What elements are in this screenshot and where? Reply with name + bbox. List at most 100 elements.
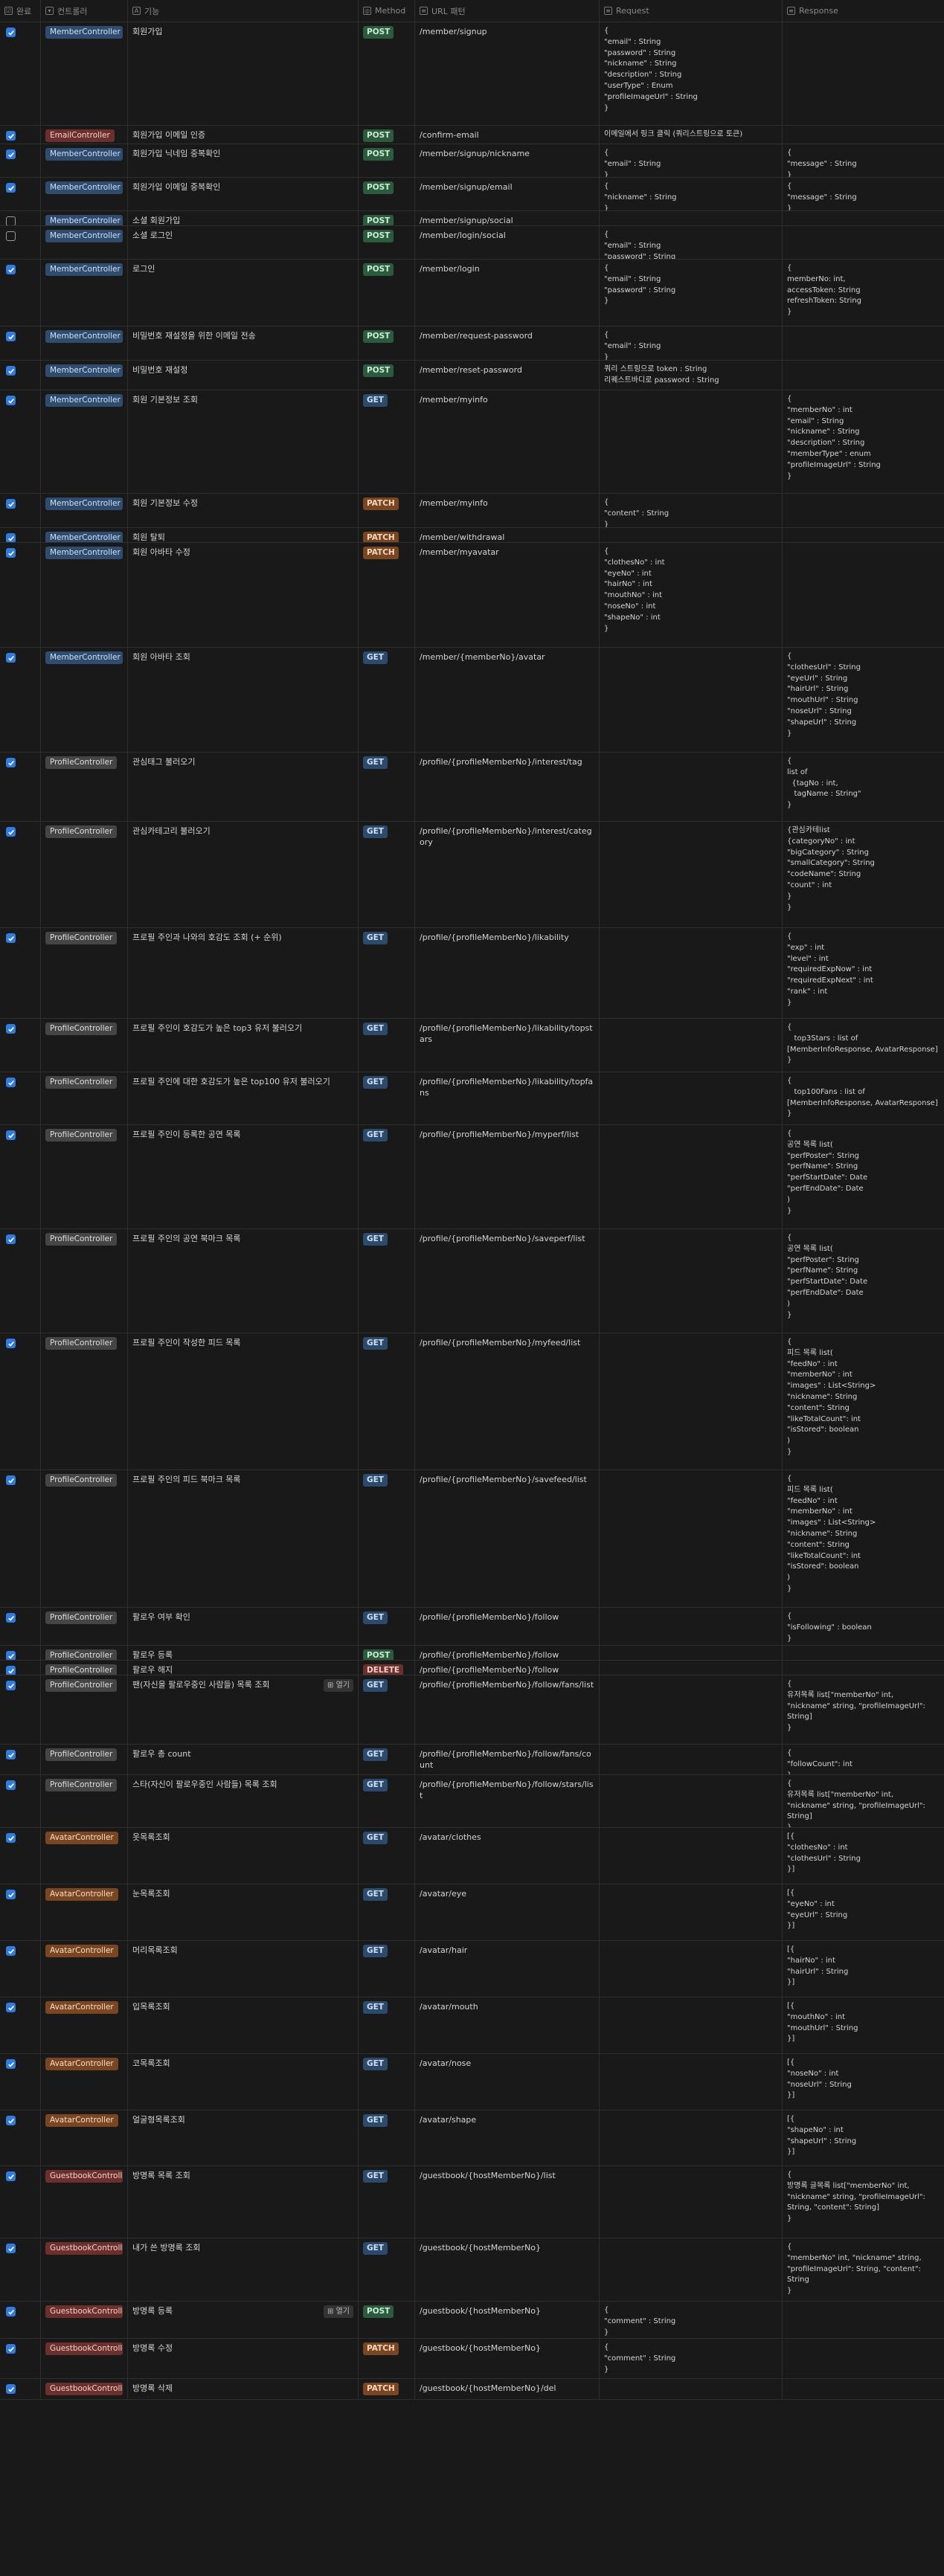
response-cell[interactable] [783,326,944,360]
method-cell[interactable]: GET [359,2054,415,2110]
method-cell[interactable]: PATCH [359,543,415,647]
table-row[interactable]: GuestbookController 내가 쓴 방명록 조회 GET/guestb… [0,2238,944,2302]
function-cell[interactable]: 관심태그 불러오기 [128,753,359,821]
request-cell[interactable] [600,1646,783,1660]
table-row[interactable]: EmailController 회원가입 이메일 인증 POST/confirm-e… [0,126,944,144]
function-cell[interactable]: 코목록조회 [128,2054,359,2110]
table-row[interactable]: ProfileController 프로필 주인이 작성한 피드 목록 GET/pr… [0,1333,944,1470]
function-cell[interactable]: 얼굴형목록조회 [128,2110,359,2166]
controller-cell[interactable]: ProfileController [41,1661,128,1675]
table-row[interactable]: MemberController 회원 탈퇴 PATCH/member/withdr… [0,528,944,543]
table-row[interactable]: ProfileController 팔로우 총 count GET/profile/… [0,1745,944,1775]
table-row[interactable]: AvatarController 얼굴형목록조회 GET/avatar/shape [… [0,2110,944,2166]
method-cell[interactable]: GET [359,2166,415,2238]
function-cell[interactable]: 팔로우 총 count [128,1745,359,1774]
request-cell[interactable] [600,1019,783,1072]
response-cell[interactable]: [{ "shapeNo" : int "shapeUrl" : String }… [783,2110,944,2166]
url-cell[interactable]: /avatar/shape [415,2110,600,2166]
url-cell[interactable]: /profile/{profileMemberNo}/interest/cate… [415,822,600,927]
url-cell[interactable]: /profile/{profileMemberNo}/follow/fans/l… [415,1675,600,1744]
request-cell[interactable]: { "email" : String "password" : String "… [600,22,783,125]
controller-cell[interactable]: ProfileController [41,822,128,927]
controller-cell[interactable]: MemberController [41,494,128,527]
request-cell[interactable] [600,1608,783,1645]
method-cell[interactable]: POST [359,2302,415,2338]
controller-cell[interactable]: ProfileController [41,1775,128,1827]
done-checkbox[interactable] [6,183,16,193]
response-cell[interactable]: { top100Fans : list of [MemberInfoRespon… [783,1072,944,1124]
method-cell[interactable]: GET [359,1675,415,1744]
method-cell[interactable]: GET [359,1125,415,1229]
method-cell[interactable]: POST [359,211,415,225]
url-cell[interactable]: /guestbook/{hostMemberNo} [415,2339,600,2378]
response-cell[interactable] [783,361,944,390]
done-checkbox[interactable] [6,149,16,159]
request-cell[interactable] [600,1125,783,1229]
method-cell[interactable]: GET [359,1745,415,1774]
url-cell[interactable]: /member/login/social [415,226,600,259]
done-checkbox[interactable] [6,2307,16,2316]
done-checkbox[interactable] [6,2344,16,2354]
controller-cell[interactable]: AvatarController [41,2054,128,2110]
controller-cell[interactable]: MemberController [41,361,128,390]
method-cell[interactable]: POST [359,22,415,125]
function-cell[interactable]: 방명록 목록 조회 [128,2166,359,2238]
table-row[interactable]: ProfileController 스타(자신이 팔로우중인 사람들) 목록 조회… [0,1775,944,1828]
table-row[interactable]: ProfileController 프로필 주인이 등록한 공연 목록 GET/pr… [0,1125,944,1229]
response-cell[interactable]: { "memberNo" : int "email" : String "nic… [783,390,944,493]
method-cell[interactable]: POST [359,226,415,259]
function-cell[interactable]: 팬(자신을 팔로우중인 사람들) 목록 조회 ⊞ 열기 [128,1675,359,1744]
done-checkbox[interactable] [6,231,16,241]
done-checkbox[interactable] [6,1475,16,1485]
function-cell[interactable]: 프로필 주인의 공연 북마크 목록 [128,1229,359,1333]
function-cell[interactable]: 방명록 삭제 [128,2379,359,2399]
done-checkbox[interactable] [6,1750,16,1759]
done-checkbox[interactable] [6,548,16,558]
request-cell[interactable]: { "content" : String } [600,494,783,527]
response-cell[interactable] [783,2339,944,2378]
request-cell[interactable] [600,1229,783,1333]
controller-cell[interactable]: ProfileController [41,1125,128,1229]
response-cell[interactable]: { 방명록 글목록 list["memberNo" int, "nickname… [783,2166,944,2238]
table-row[interactable]: AvatarController 코목록조회 GET/avatar/nose [{ "… [0,2054,944,2110]
request-cell[interactable] [600,1828,783,1884]
request-cell[interactable] [600,2054,783,2110]
done-checkbox[interactable] [6,1078,16,1087]
method-cell[interactable]: GET [359,648,415,752]
header-done[interactable]: ☑ 완료 [0,0,41,22]
table-row[interactable]: GuestbookController 방명록 등록 ⊞ 열기 POST/guestb… [0,2302,944,2339]
controller-cell[interactable]: ProfileController [41,1646,128,1660]
request-cell[interactable] [600,2238,783,2301]
method-cell[interactable]: GET [359,928,415,1018]
request-cell[interactable] [600,528,783,542]
method-cell[interactable]: PATCH [359,494,415,527]
url-cell[interactable]: /profile/{profileMemberNo}/myperf/list [415,1125,600,1229]
function-cell[interactable]: 회원 기본정보 조회 [128,390,359,493]
response-cell[interactable]: { "message" : String } [783,178,944,210]
response-cell[interactable] [783,2302,944,2338]
url-cell[interactable]: /member/signup/social [415,211,600,225]
done-checkbox[interactable] [6,28,16,37]
method-cell[interactable]: GET [359,1941,415,1997]
request-cell[interactable] [600,1941,783,1997]
table-row[interactable]: MemberController 회원가입 닉네임 중복확인 POST/member… [0,144,944,178]
function-cell[interactable]: 프로필 주인과 나와의 호감도 조회 (+ 순위) [128,928,359,1018]
method-cell[interactable]: DELETE [359,1661,415,1675]
response-cell[interactable]: [{ "eyeNo" : int "eyeUrl" : String }] [783,1884,944,1940]
done-checkbox[interactable] [6,332,16,341]
table-row[interactable]: AvatarController 입목록조회 GET/avatar/mouth [{ … [0,1997,944,2054]
function-cell[interactable]: 머리목록조회 [128,1941,359,1997]
done-checkbox[interactable] [6,1613,16,1623]
controller-cell[interactable]: ProfileController [41,1675,128,1744]
url-cell[interactable]: /profile/{profileMemberNo}/follow [415,1661,600,1675]
method-cell[interactable]: PATCH [359,2339,415,2378]
url-cell[interactable]: /member/withdrawal [415,528,600,542]
method-cell[interactable]: GET [359,1775,415,1827]
controller-cell[interactable]: ProfileController [41,753,128,821]
request-cell[interactable]: { "comment" : String } [600,2302,783,2338]
done-checkbox[interactable] [6,1130,16,1140]
method-cell[interactable]: POST [359,1646,415,1660]
url-cell[interactable]: /profile/{profileMemberNo}/interest/tag [415,753,600,821]
response-cell[interactable] [783,1661,944,1675]
function-cell[interactable]: 회원 아바타 수정 [128,543,359,647]
